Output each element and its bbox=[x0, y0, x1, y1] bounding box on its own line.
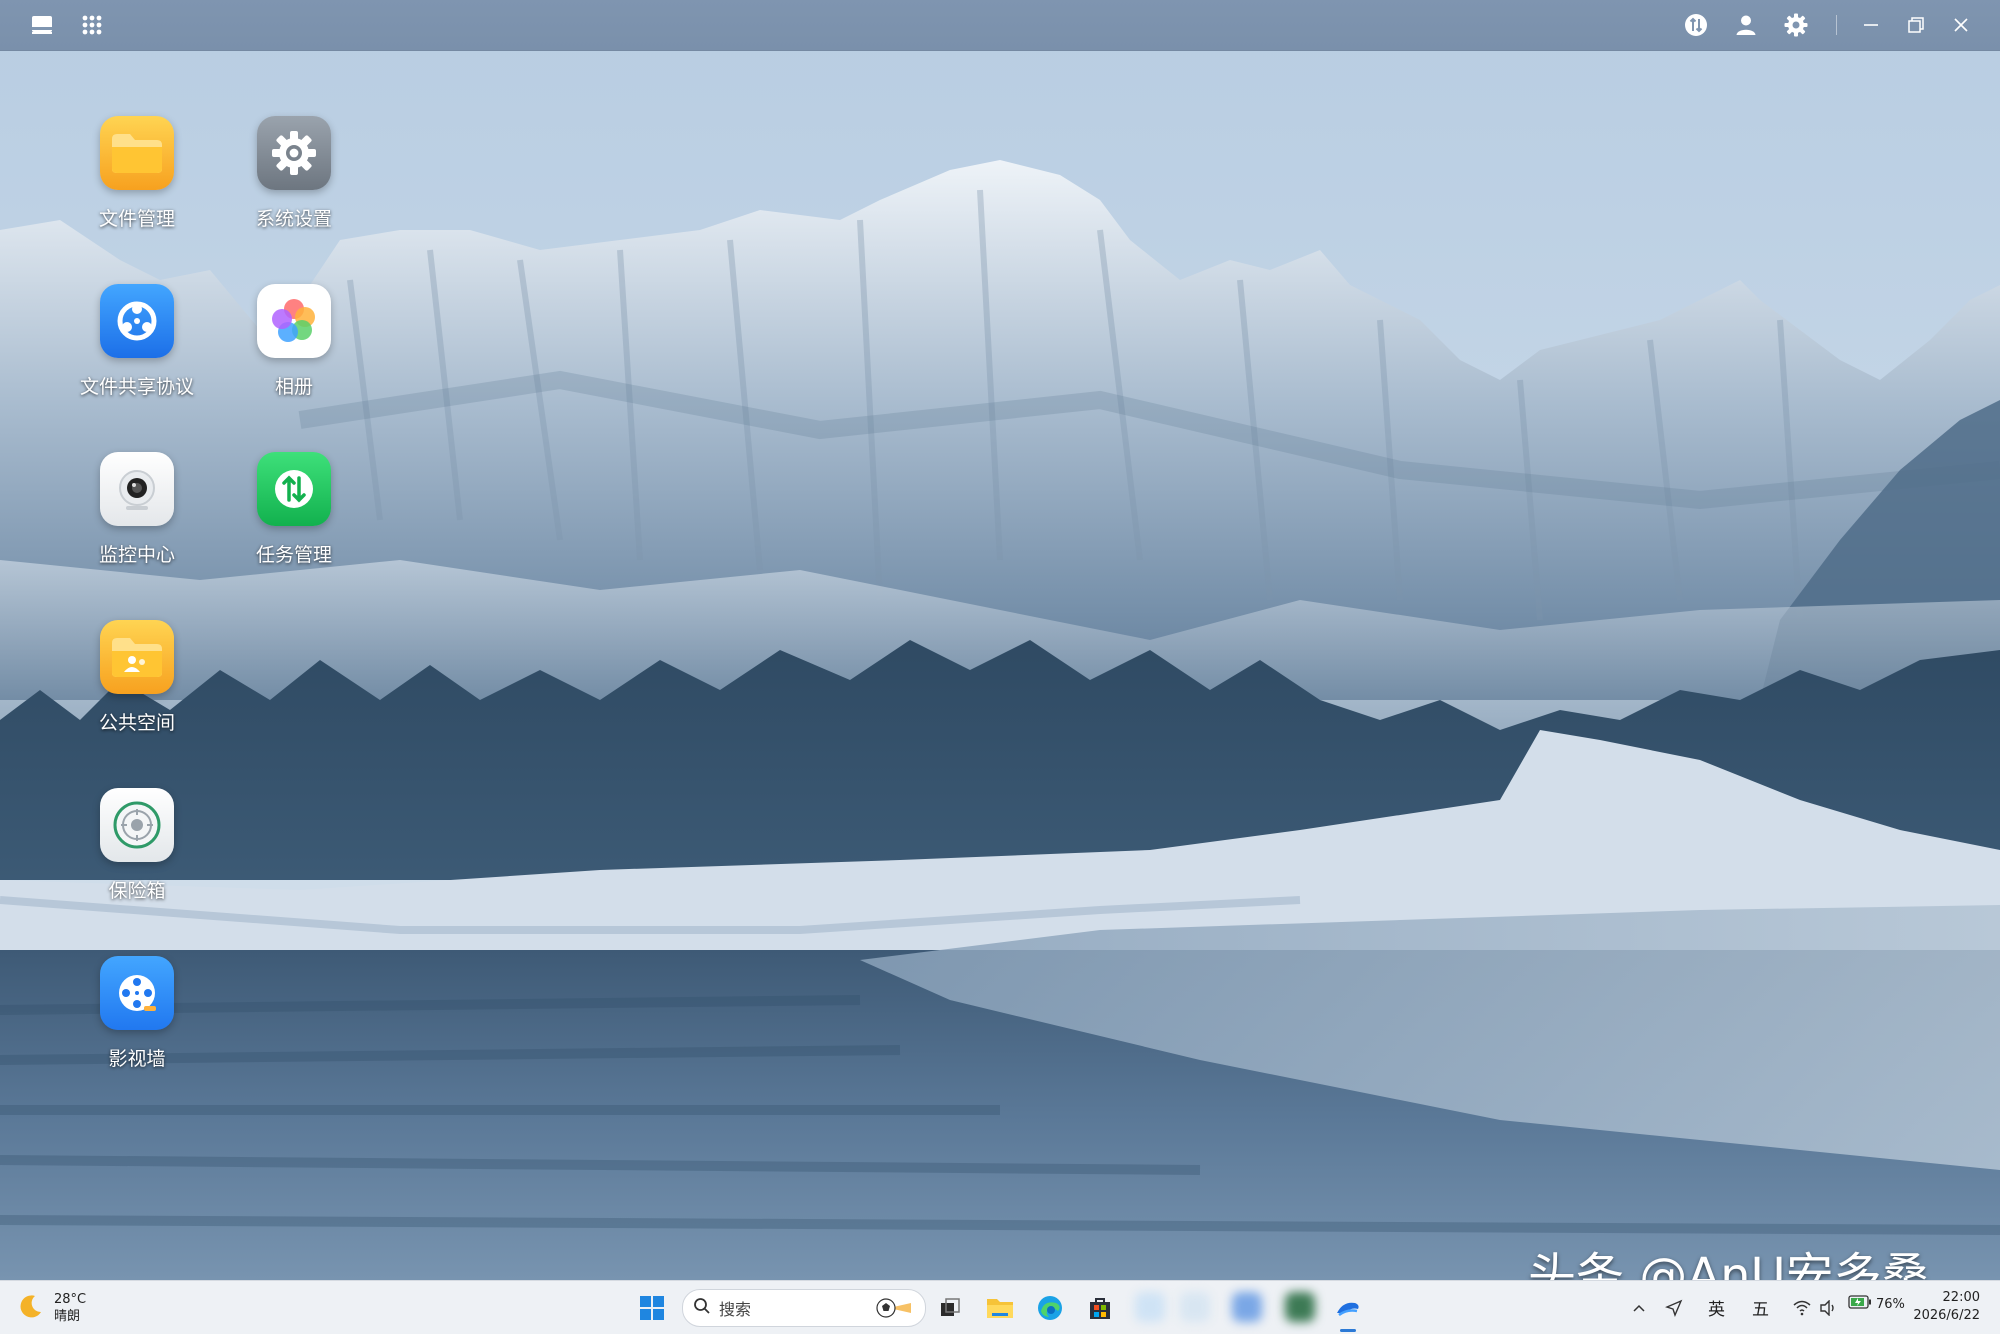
store-icon[interactable] bbox=[1082, 1290, 1118, 1326]
speaker-icon[interactable] bbox=[1816, 1290, 1840, 1326]
safe-icon bbox=[100, 788, 174, 862]
ime-language[interactable]: 英 bbox=[1708, 1295, 1725, 1320]
desktop-icon-label: 影视墙 bbox=[108, 1048, 166, 1070]
close-icon[interactable] bbox=[1945, 9, 1977, 41]
ime-mode[interactable]: 五 bbox=[1752, 1295, 1769, 1320]
app-grid-icon[interactable] bbox=[76, 9, 108, 41]
film-reel-icon bbox=[100, 956, 174, 1030]
clock-date: 2026/6/22 bbox=[1913, 1308, 1980, 1323]
desktop-icon-file-manager[interactable]: 文件管理 bbox=[62, 112, 212, 262]
photos-flower-icon bbox=[257, 284, 331, 358]
blurred-app-icon[interactable] bbox=[1135, 1292, 1165, 1322]
wifi-icon[interactable] bbox=[1790, 1290, 1814, 1326]
desktop-icon[interactable] bbox=[26, 9, 58, 41]
desktop-icon-label: 系统设置 bbox=[255, 208, 332, 230]
desktop-icon-task-manager[interactable]: 任务管理 bbox=[219, 448, 369, 598]
desktop-icon-public-space[interactable]: 公共空间 bbox=[62, 616, 212, 766]
desktop-icon-video-wall[interactable]: 影视墙 bbox=[62, 952, 212, 1102]
shared-folder-icon bbox=[100, 620, 174, 694]
user-icon[interactable] bbox=[1730, 9, 1762, 41]
edge-icon[interactable] bbox=[1032, 1290, 1068, 1326]
top-bar bbox=[0, 0, 2000, 51]
camera-icon bbox=[100, 452, 174, 526]
task-view-icon[interactable] bbox=[932, 1290, 968, 1326]
desktop-icon-label: 相册 bbox=[274, 376, 313, 398]
taskbar-clock[interactable]: 22:00 2026/6/22 bbox=[1913, 1289, 1980, 1325]
desktop-icon-photos[interactable]: 相册 bbox=[219, 280, 369, 430]
desktop-icon-file-sharing[interactable]: 文件共享协议 bbox=[62, 280, 212, 430]
battery-icon bbox=[1848, 1295, 1872, 1313]
battery-percent: 76% bbox=[1876, 1296, 1905, 1312]
nas-app-icon[interactable] bbox=[1330, 1290, 1366, 1326]
desktop-icon-label: 保险箱 bbox=[108, 880, 166, 902]
gear-icon bbox=[257, 116, 331, 190]
clock-time: 22:00 bbox=[1942, 1290, 1980, 1305]
desktop-icon-monitor-center[interactable]: 监控中心 bbox=[62, 448, 212, 598]
soccer-ball-icon bbox=[875, 1297, 911, 1323]
blurred-app-icon[interactable] bbox=[1232, 1292, 1262, 1322]
desktop-icon-safe-box[interactable]: 保险箱 bbox=[62, 784, 212, 934]
desktop-icon-label: 公共空间 bbox=[98, 712, 175, 734]
desktop-icon-label: 监控中心 bbox=[98, 544, 175, 566]
moon-icon bbox=[18, 1293, 44, 1323]
weather-temp: 28°C bbox=[54, 1292, 87, 1307]
windows-start-icon[interactable] bbox=[634, 1290, 670, 1326]
taskbar-search-box[interactable]: 搜索 bbox=[682, 1289, 926, 1327]
active-app-indicator bbox=[1340, 1329, 1356, 1332]
file-explorer-icon[interactable] bbox=[982, 1290, 1018, 1326]
transfer-arrows-icon bbox=[257, 452, 331, 526]
taskbar: 28°C 晴朗 搜索 英 五 76% 22:00 2026/6/22 bbox=[0, 1280, 2000, 1334]
weather-desc: 晴朗 bbox=[54, 1309, 81, 1324]
topbar-divider bbox=[1836, 15, 1837, 35]
minimize-icon[interactable] bbox=[1855, 9, 1887, 41]
desktop-icon-label: 文件共享协议 bbox=[79, 376, 194, 398]
task-transfer-icon[interactable] bbox=[1680, 9, 1712, 41]
search-placeholder: 搜索 bbox=[719, 1300, 752, 1319]
desktop-icon-label: 任务管理 bbox=[255, 544, 332, 566]
battery-status[interactable]: 76% bbox=[1848, 1295, 1905, 1313]
weather-widget[interactable]: 28°C 晴朗 bbox=[18, 1289, 86, 1327]
blurred-app-icon[interactable] bbox=[1285, 1292, 1315, 1322]
gear-icon[interactable] bbox=[1780, 9, 1812, 41]
desktop-icon-label: 文件管理 bbox=[98, 208, 175, 230]
desktop-icon-system-settings[interactable]: 系统设置 bbox=[219, 112, 369, 262]
blurred-app-icon[interactable] bbox=[1180, 1292, 1210, 1322]
share-protocol-icon bbox=[100, 284, 174, 358]
search-icon bbox=[693, 1297, 711, 1319]
chevron-up-icon[interactable] bbox=[1627, 1290, 1651, 1326]
location-arrow-icon[interactable] bbox=[1660, 1290, 1688, 1326]
folder-icon bbox=[100, 116, 174, 190]
restore-icon[interactable] bbox=[1900, 9, 1932, 41]
